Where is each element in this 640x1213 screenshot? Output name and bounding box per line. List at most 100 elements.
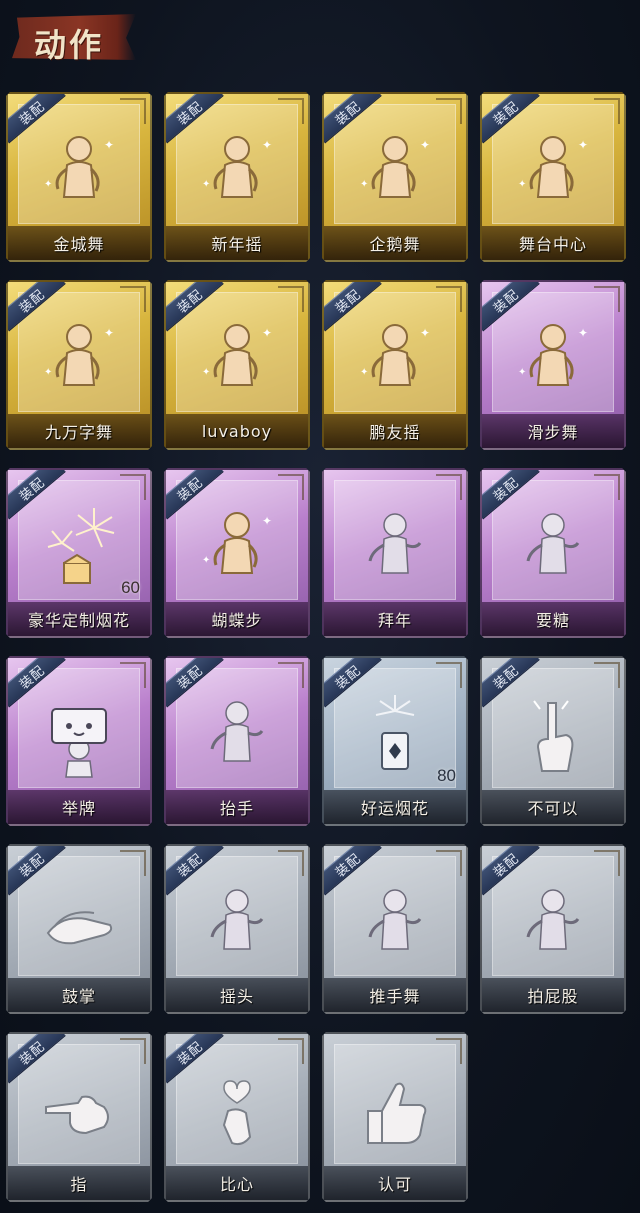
card-ornament bbox=[120, 850, 146, 876]
action-card[interactable]: 举牌 装配 bbox=[6, 656, 152, 826]
figure-icon bbox=[166, 874, 308, 974]
card-name-bar: 滑步舞 bbox=[482, 414, 624, 448]
figure-icon bbox=[482, 498, 624, 598]
figure-icon bbox=[166, 686, 308, 786]
action-card[interactable]: 拜年 bbox=[322, 468, 468, 638]
card-ornament bbox=[594, 286, 620, 312]
card-name: luvaboy bbox=[201, 421, 273, 441]
svg-text:✦: ✦ bbox=[360, 179, 368, 190]
card-name: 好运烟花 bbox=[360, 799, 429, 818]
point-hand-icon bbox=[8, 1062, 150, 1162]
dancer-icon: ✦ ✦ bbox=[324, 310, 466, 410]
action-card[interactable]: 鼓掌 装配 bbox=[6, 844, 152, 1014]
item-count: 60 bbox=[121, 578, 140, 597]
card-ornament bbox=[120, 286, 146, 312]
figure-icon bbox=[324, 874, 466, 974]
action-card[interactable]: 比心 装配 bbox=[164, 1032, 310, 1202]
card-ornament bbox=[594, 850, 620, 876]
svg-text:✦: ✦ bbox=[518, 367, 526, 378]
action-grid: ✦ ✦ 金城舞 装配 ✦ ✦ 新年摇 装配 ✦ ✦ 企鹅舞 装配 ✦ ✦ 舞台中心 装配 ✦ ✦ 九万字舞 装配 ✦ ✦ l… bbox=[6, 92, 626, 1202]
action-card[interactable]: 指装配 bbox=[6, 1032, 152, 1202]
card-name: 拜年 bbox=[377, 611, 412, 630]
dancer-icon: ✦ ✦ bbox=[324, 122, 466, 222]
item-count: 80 bbox=[437, 766, 456, 785]
action-card[interactable]: 80 好运烟花 装配 bbox=[322, 656, 468, 826]
card-name-bar: 豪华定制烟花 bbox=[8, 602, 150, 636]
card-name: 比心 bbox=[219, 1175, 254, 1194]
svg-text:✦: ✦ bbox=[360, 367, 368, 378]
card-name-bar: 蝴蝶步 bbox=[166, 602, 308, 636]
card-name: 企鹅舞 bbox=[369, 235, 421, 254]
svg-text:✦: ✦ bbox=[202, 555, 210, 566]
action-card[interactable]: 摇头 装配 bbox=[164, 844, 310, 1014]
card-name-bar: 拜年 bbox=[324, 602, 466, 636]
action-card[interactable]: 不可以 装配 bbox=[480, 656, 626, 826]
action-card[interactable]: ✦ ✦ 金城舞 装配 bbox=[6, 92, 152, 262]
svg-text:✦: ✦ bbox=[104, 138, 114, 152]
card-ornament bbox=[436, 662, 462, 688]
action-card[interactable]: ✦ ✦ 九万字舞 装配 bbox=[6, 280, 152, 450]
action-card[interactable]: ✦ ✦ 滑步舞 装配 bbox=[480, 280, 626, 450]
card-name: 要糖 bbox=[535, 611, 570, 630]
svg-text:✦: ✦ bbox=[104, 326, 114, 340]
card-ornament bbox=[436, 98, 462, 124]
card-ornament bbox=[436, 286, 462, 312]
card-ornament bbox=[278, 850, 304, 876]
svg-text:✦: ✦ bbox=[578, 326, 588, 340]
action-card[interactable]: ✦ ✦ 企鹅舞 装配 bbox=[322, 92, 468, 262]
card-name: 摇头 bbox=[219, 987, 254, 1006]
card-name-bar: 舞台中心 bbox=[482, 226, 624, 260]
svg-text:✦: ✦ bbox=[420, 138, 430, 152]
card-name: 蝴蝶步 bbox=[211, 611, 263, 630]
card-name-bar: 推手舞 bbox=[324, 978, 466, 1012]
card-name: 鹏友摇 bbox=[369, 423, 421, 442]
action-card[interactable]: ✦ ✦ luvaboy 装配 bbox=[164, 280, 310, 450]
card-ornament bbox=[436, 474, 462, 500]
clap-icon bbox=[8, 874, 150, 974]
action-card[interactable]: 60 豪华定制烟花 装配 bbox=[6, 468, 152, 638]
card-name-bar: 新年摇 bbox=[166, 226, 308, 260]
card-name: 舞台中心 bbox=[518, 235, 587, 254]
action-card[interactable]: ✦ ✦ 鹏友摇 装配 bbox=[322, 280, 468, 450]
card-ornament bbox=[120, 98, 146, 124]
page-title: 动作 bbox=[34, 26, 105, 64]
action-card[interactable]: 推手舞 装配 bbox=[322, 844, 468, 1014]
svg-text:✦: ✦ bbox=[202, 179, 210, 190]
svg-text:✦: ✦ bbox=[518, 179, 526, 190]
dancer-icon: ✦ ✦ bbox=[482, 122, 624, 222]
dancer-icon: ✦ ✦ bbox=[8, 310, 150, 410]
card-ornament bbox=[594, 98, 620, 124]
card-name: 推手舞 bbox=[369, 987, 421, 1006]
card-name-bar: 拍屁股 bbox=[482, 978, 624, 1012]
svg-text:✦: ✦ bbox=[262, 326, 272, 340]
card-ornament bbox=[278, 474, 304, 500]
action-card[interactable]: 抬手 装配 bbox=[164, 656, 310, 826]
card-name-bar: 鹏友摇 bbox=[324, 414, 466, 448]
card-ornament bbox=[436, 850, 462, 876]
card-ornament bbox=[436, 1038, 462, 1064]
card-name: 新年摇 bbox=[211, 235, 263, 254]
action-card[interactable]: 要糖 装配 bbox=[480, 468, 626, 638]
card-name-bar: 抬手 bbox=[166, 790, 308, 824]
card-name-bar: 认可 bbox=[324, 1166, 466, 1200]
action-card[interactable]: ✦ ✦ 新年摇 装配 bbox=[164, 92, 310, 262]
card-name-bar: luvaboy bbox=[166, 414, 308, 448]
action-card[interactable]: ✦ ✦ 蝴蝶步 装配 bbox=[164, 468, 310, 638]
action-card[interactable]: 拍屁股 装配 bbox=[480, 844, 626, 1014]
card-ornament bbox=[278, 662, 304, 688]
card-ornament bbox=[594, 474, 620, 500]
card-ornament bbox=[278, 286, 304, 312]
dancer-icon: ✦ ✦ bbox=[166, 498, 308, 598]
card-ornament bbox=[120, 1038, 146, 1064]
action-card[interactable]: 认可 bbox=[322, 1032, 468, 1202]
svg-text:✦: ✦ bbox=[202, 367, 210, 378]
svg-text:✦: ✦ bbox=[262, 138, 272, 152]
thumbs-up-icon bbox=[324, 1062, 466, 1162]
card-name: 鼓掌 bbox=[61, 987, 96, 1006]
card-name-bar: 举牌 bbox=[8, 790, 150, 824]
action-card[interactable]: ✦ ✦ 舞台中心 装配 bbox=[480, 92, 626, 262]
card-name-bar: 要糖 bbox=[482, 602, 624, 636]
card-ornament bbox=[594, 662, 620, 688]
card-name: 豪华定制烟花 bbox=[27, 611, 130, 630]
card-ornament bbox=[120, 662, 146, 688]
